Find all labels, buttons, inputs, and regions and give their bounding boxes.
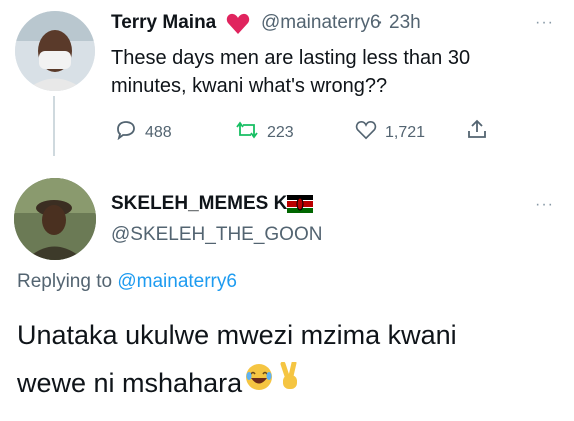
avatar-terry[interactable] xyxy=(15,11,95,91)
tweet1-time[interactable]: 23h xyxy=(389,12,421,34)
like-count: 1,721 xyxy=(385,123,426,141)
share-button[interactable] xyxy=(466,118,488,145)
tweet2-more-button[interactable]: ··· xyxy=(535,196,554,214)
tweet2-handle[interactable]: @SKELEH_THE_GOON xyxy=(111,224,322,246)
tweet2-text-line1: Unataka ukulwe mwezi mzima kwani xyxy=(17,320,457,350)
replying-label: Replying to xyxy=(17,271,113,292)
retweet-button[interactable]: 223 xyxy=(235,120,294,145)
tweet1-handle[interactable]: @mainaterry6 xyxy=(261,12,381,34)
like-button[interactable]: 1,721 xyxy=(355,120,425,145)
kenya-flag-emoji xyxy=(287,195,313,218)
tweet2-name[interactable]: SKELEH_MEMES KE xyxy=(111,193,300,215)
laughing-emoji xyxy=(244,361,274,405)
tweet1-more-button[interactable]: ··· xyxy=(535,14,554,32)
heart-emoji xyxy=(226,13,250,40)
tweet2-text-line2-row: wewe ni mshahara xyxy=(17,360,302,405)
tweet1-text-line1: These days men are lasting less than 30 xyxy=(111,47,471,69)
victory-hand-emoji xyxy=(278,360,302,405)
tweet2-text-line2: wewe ni mshahara xyxy=(17,368,243,398)
tweet1-separator: · xyxy=(377,12,384,33)
reply-count: 488 xyxy=(145,123,172,141)
share-icon xyxy=(466,118,488,145)
retweet-count: 223 xyxy=(267,123,294,141)
retweet-icon xyxy=(235,120,259,145)
reply-icon xyxy=(115,120,137,145)
replying-handle-link[interactable]: @mainaterry6 xyxy=(117,271,237,292)
thread-line xyxy=(53,96,55,156)
tweet1-name[interactable]: Terry Maina xyxy=(111,12,216,34)
tweet1-text-line2: minutes, kwani what's wrong?? xyxy=(111,75,388,97)
like-icon xyxy=(355,120,377,145)
replying-to: Replying to @mainaterry6 xyxy=(17,271,237,293)
reply-button[interactable]: 488 xyxy=(115,120,172,145)
avatar-skeleh[interactable] xyxy=(14,178,96,260)
